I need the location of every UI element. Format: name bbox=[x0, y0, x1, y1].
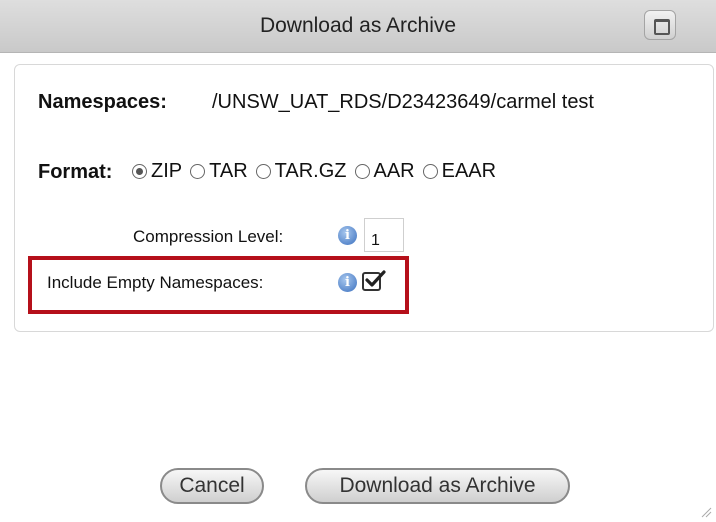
download-archive-button[interactable]: Download as Archive bbox=[305, 468, 570, 504]
info-icon[interactable]: i bbox=[338, 226, 357, 245]
resize-grip-icon[interactable] bbox=[700, 506, 712, 518]
radio-eaar[interactable] bbox=[422, 164, 438, 179]
format-option-zip[interactable]: ZIP bbox=[132, 160, 182, 183]
radio-tar[interactable] bbox=[190, 164, 206, 179]
namespaces-label: Namespaces: bbox=[38, 91, 167, 113]
format-option-label: AAR bbox=[373, 160, 415, 182]
include-empty-namespaces-label: Include Empty Namespaces: bbox=[47, 273, 264, 292]
info-icon[interactable]: i bbox=[338, 273, 357, 292]
checkmark-icon bbox=[365, 270, 386, 287]
cancel-button[interactable]: Cancel bbox=[160, 468, 264, 504]
format-option-aar[interactable]: AAR bbox=[354, 160, 415, 183]
format-option-label: TAR.GZ bbox=[274, 160, 347, 182]
format-option-targz[interactable]: TAR.GZ bbox=[255, 160, 347, 183]
format-option-tar[interactable]: TAR bbox=[190, 160, 248, 183]
compression-level-input[interactable]: 1 bbox=[364, 218, 404, 252]
format-option-label: ZIP bbox=[151, 160, 183, 182]
dialog-title: Download as Archive bbox=[259, 14, 457, 37]
radio-targz[interactable] bbox=[255, 164, 271, 179]
format-label: Format: bbox=[38, 161, 113, 183]
radio-aar[interactable] bbox=[354, 164, 370, 179]
maximize-button[interactable] bbox=[644, 10, 676, 40]
radio-zip[interactable] bbox=[132, 164, 147, 179]
format-option-label: TAR bbox=[209, 160, 248, 182]
namespaces-value: /UNSW_UAT_RDS/D23423649/carmel test bbox=[212, 91, 594, 113]
include-empty-namespaces-checkbox[interactable] bbox=[362, 270, 386, 291]
format-option-eaar[interactable]: EAAR bbox=[422, 160, 497, 183]
dialog-titlebar: Download as Archive bbox=[0, 0, 716, 53]
maximize-icon bbox=[654, 19, 670, 35]
format-option-label: EAAR bbox=[441, 160, 497, 182]
compression-level-label: Compression Level: bbox=[133, 227, 284, 246]
format-options: ZIP TAR TAR.GZ AAR EAAR bbox=[132, 160, 504, 183]
